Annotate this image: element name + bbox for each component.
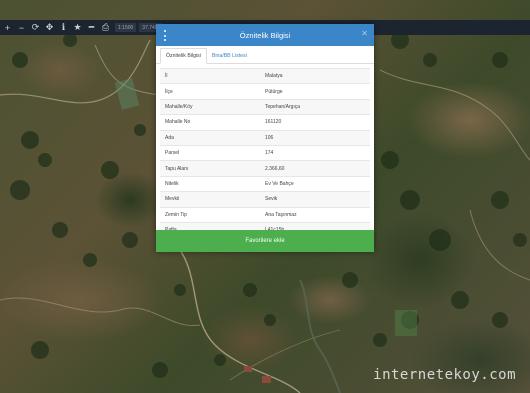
move-icon: ✥: [45, 22, 54, 32]
row-value: Ev Ve Bahçe: [260, 175, 370, 192]
row-key: Mahalle/Köy: [160, 98, 260, 115]
print-icon: ⎙: [101, 22, 110, 32]
tab-attribute-info[interactable]: Öznitelik Bilgisi: [160, 48, 207, 64]
zoom-out-button[interactable]: −: [15, 21, 28, 34]
row-value: Sevik: [260, 191, 370, 208]
dialog-tabs: Öznitelik Bilgisi Bina/BB Listesi: [156, 46, 374, 64]
attribute-dialog: Öznitelik Bilgisi ✕ Öznitelik Bilgisi Bi…: [156, 24, 374, 252]
ruler-icon: ━: [88, 22, 95, 32]
row-value: 106: [260, 129, 370, 146]
close-icon[interactable]: ✕: [361, 29, 368, 38]
star-icon: ★: [73, 22, 82, 32]
scale-display: 1:1500: [115, 23, 137, 32]
zoom-in-button[interactable]: +: [1, 21, 14, 34]
row-value: 2.366,60: [260, 160, 370, 177]
row-value: Pütürge: [260, 83, 370, 100]
table-row: Tapu Alanı 2.366,60: [160, 160, 370, 177]
dialog-header: Öznitelik Bilgisi ✕: [156, 24, 374, 46]
row-key: Zemin Tip: [160, 206, 260, 223]
favorite-button[interactable]: ★: [71, 21, 84, 34]
menu-dots-icon[interactable]: [162, 30, 168, 41]
measure-button[interactable]: ━: [85, 21, 98, 34]
table-row: Zemin Tip Ana Taşınmaz: [160, 206, 370, 223]
table-row: İlçe Pütürge: [160, 83, 370, 100]
watermark-text: internetekoy.com: [373, 367, 516, 383]
plus-icon: +: [4, 22, 11, 33]
tab-building-list[interactable]: Bina/BB Listesi: [207, 49, 252, 63]
row-value: Ana Taşınmaz: [260, 206, 370, 223]
row-value: 174: [260, 144, 370, 161]
minus-icon: −: [18, 22, 25, 33]
row-key: Parsel: [160, 144, 260, 161]
row-key: Tapu Alanı: [160, 160, 260, 177]
table-row: Mevkii Sevik: [160, 191, 370, 208]
row-key: İl: [160, 67, 260, 84]
table-row: Parsel 174: [160, 144, 370, 161]
attribute-table: İl Malatya İlçe Pütürge Mahalle/Köy Tepehan…: [160, 67, 370, 238]
print-button[interactable]: ⎙: [99, 21, 112, 34]
info-icon: ℹ: [61, 22, 66, 32]
refresh-button[interactable]: ⟳: [29, 21, 42, 34]
table-row: Nitelik Ev Ve Bahçe: [160, 175, 370, 192]
table-row: Mahalle No 161120: [160, 114, 370, 131]
info-button[interactable]: ℹ: [57, 21, 70, 34]
row-value: 161120: [260, 114, 370, 131]
pan-button[interactable]: ✥: [43, 21, 56, 34]
add-to-favorites-button[interactable]: Favorilere ekle: [156, 230, 374, 252]
table-row: Ada 106: [160, 129, 370, 146]
row-key: Mevkii: [160, 191, 260, 208]
row-key: İlçe: [160, 83, 260, 100]
table-row: Mahalle/Köy Tepehan/Argıça: [160, 98, 370, 115]
row-key: Ada: [160, 129, 260, 146]
dialog-title: Öznitelik Bilgisi: [239, 30, 291, 40]
table-row: İl Malatya: [160, 67, 370, 84]
refresh-icon: ⟳: [31, 22, 40, 32]
row-value: Malatya: [260, 67, 370, 84]
row-value: Tepehan/Argıça: [260, 98, 370, 115]
row-key: Nitelik: [160, 175, 260, 192]
row-key: Mahalle No: [160, 114, 260, 131]
